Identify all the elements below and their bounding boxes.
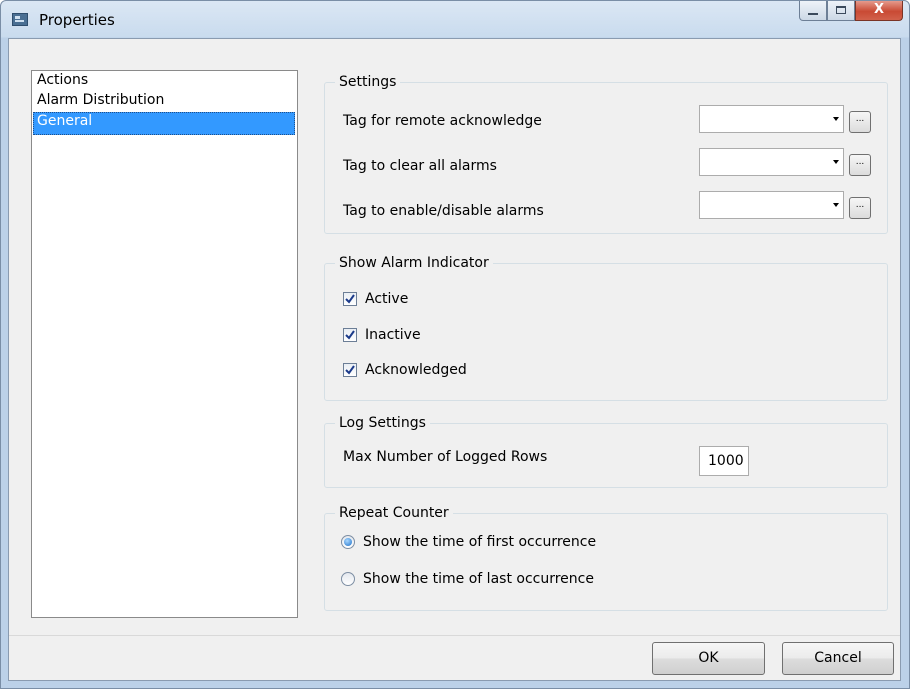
properties-window-icon: [12, 13, 28, 26]
last-occurrence-radio[interactable]: [341, 572, 355, 586]
show-alarm-indicator-legend: Show Alarm Indicator: [335, 254, 493, 272]
inactive-checkbox[interactable]: [343, 328, 357, 342]
dialog-client-area: Actions Alarm Distribution General Setti…: [8, 38, 901, 681]
first-occurrence-radio[interactable]: [341, 535, 355, 549]
inactive-label: Inactive: [365, 327, 421, 343]
checkmark-icon: [345, 365, 355, 375]
remote-acknowledge-label: Tag for remote acknowledge: [343, 113, 542, 129]
show-alarm-indicator-group: Show Alarm Indicator Active Inactive Ack…: [324, 254, 888, 401]
category-item-general[interactable]: General: [33, 112, 295, 135]
enable-disable-alarms-combo[interactable]: [699, 191, 844, 219]
close-button[interactable]: X: [855, 1, 903, 21]
active-label: Active: [365, 291, 409, 307]
settings-group: Settings Tag for remote acknowledge ... …: [324, 73, 888, 234]
footer-divider: [9, 635, 900, 636]
repeat-counter-legend: Repeat Counter: [335, 504, 453, 522]
window-title: Properties: [39, 11, 115, 29]
ok-button[interactable]: OK: [652, 642, 765, 675]
chevron-down-icon: [833, 117, 839, 121]
remote-acknowledge-browse-button[interactable]: ...: [849, 111, 871, 133]
enable-disable-alarms-browse-button[interactable]: ...: [849, 197, 871, 219]
checkmark-icon: [345, 294, 355, 304]
acknowledged-label: Acknowledged: [365, 362, 467, 378]
properties-window: Properties X Actions Alarm Distribution …: [0, 0, 910, 689]
max-logged-rows-label: Max Number of Logged Rows: [343, 449, 548, 465]
enable-disable-alarms-label: Tag to enable/disable alarms: [343, 203, 544, 219]
category-item-alarm-distribution[interactable]: Alarm Distribution: [33, 91, 295, 114]
acknowledged-checkbox[interactable]: [343, 363, 357, 377]
clear-alarms-browse-button[interactable]: ...: [849, 154, 871, 176]
close-icon: X: [873, 2, 885, 17]
category-list[interactable]: Actions Alarm Distribution General: [31, 70, 298, 618]
max-logged-rows-input[interactable]: 1000: [699, 446, 749, 476]
remote-acknowledge-combo[interactable]: [699, 105, 844, 133]
last-occurrence-label: Show the time of last occurrence: [363, 571, 594, 587]
title-bar[interactable]: Properties X: [1, 1, 909, 38]
first-occurrence-label: Show the time of first occurrence: [363, 534, 597, 550]
chevron-down-icon: [833, 203, 839, 207]
clear-alarms-label: Tag to clear all alarms: [343, 158, 497, 174]
maximize-button[interactable]: [827, 1, 855, 21]
cancel-button[interactable]: Cancel: [782, 642, 894, 675]
log-settings-legend: Log Settings: [335, 414, 430, 432]
checkmark-icon: [345, 330, 355, 340]
settings-legend: Settings: [335, 73, 401, 91]
maximize-icon: [836, 6, 846, 14]
log-settings-group: Log Settings Max Number of Logged Rows 1…: [324, 414, 888, 488]
active-checkbox[interactable]: [343, 292, 357, 306]
chevron-down-icon: [833, 160, 839, 164]
minimize-button[interactable]: [799, 1, 827, 21]
clear-alarms-combo[interactable]: [699, 148, 844, 176]
minimize-icon: [808, 13, 818, 15]
repeat-counter-group: Repeat Counter Show the time of first oc…: [324, 504, 888, 611]
